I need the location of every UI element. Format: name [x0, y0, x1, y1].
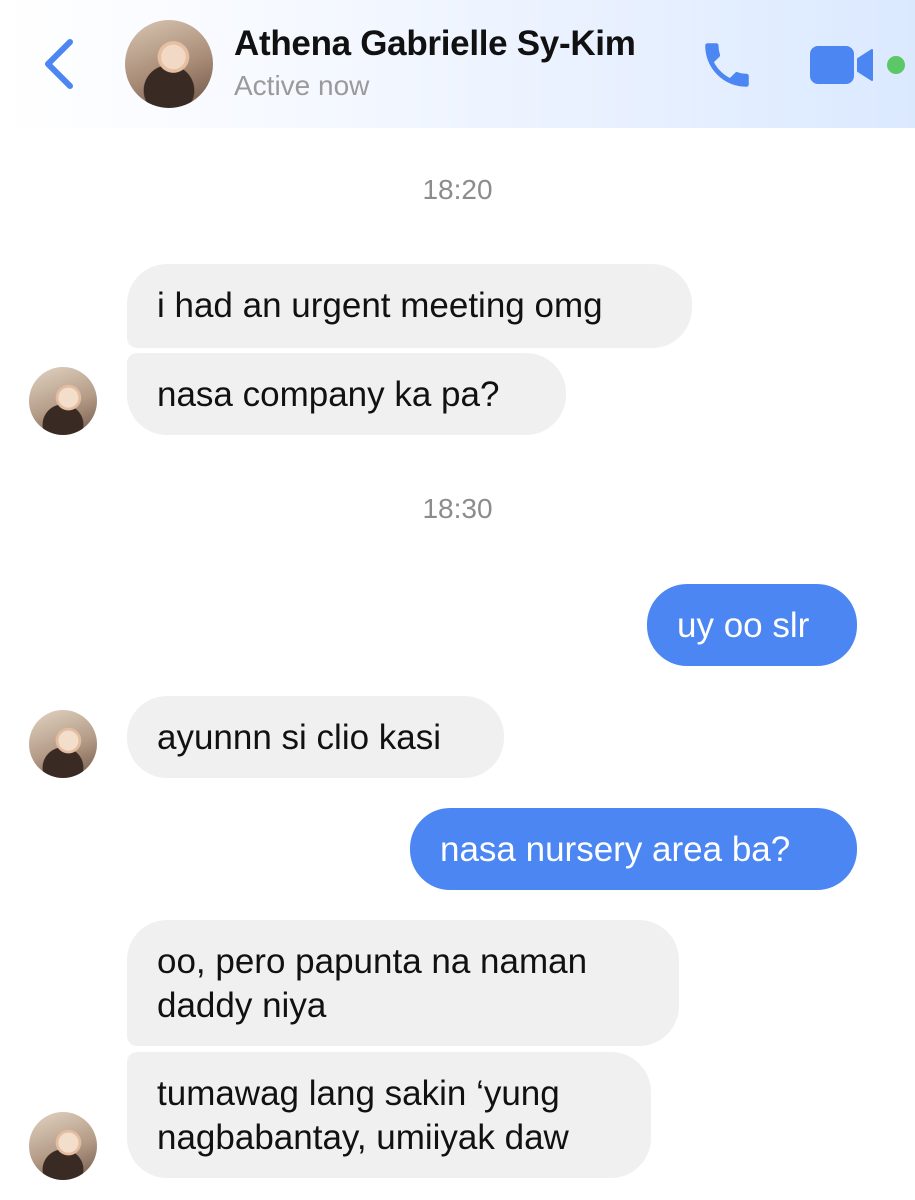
chevron-left-icon [45, 39, 73, 89]
conversation-header: Athena Gabrielle Sy-Kim Active now [0, 0, 915, 128]
sender-avatar[interactable] [29, 710, 97, 778]
contact-name[interactable]: Athena Gabrielle Sy-Kim [234, 24, 636, 64]
message-line: oo, pero papunta na naman [157, 942, 588, 981]
incoming-message[interactable]: ayunnn si clio kasi [127, 696, 504, 778]
contact-avatar[interactable] [125, 20, 213, 108]
incoming-message[interactable]: oo, pero papunta na naman daddy niya [127, 920, 679, 1046]
voice-call-button[interactable] [698, 36, 756, 94]
outgoing-message[interactable]: uy oo slr [647, 584, 857, 666]
video-call-button[interactable] [806, 42, 880, 88]
sender-avatar[interactable] [29, 1112, 97, 1180]
incoming-message[interactable]: nasa company ka pa? [127, 353, 566, 435]
active-status: Active now [234, 70, 370, 101]
incoming-message[interactable]: i had an urgent meeting omg [127, 264, 692, 348]
phone-icon [705, 43, 749, 87]
sender-avatar[interactable] [29, 367, 97, 435]
active-indicator-dot [887, 56, 905, 74]
message-line: tumawag lang sakin ‘yung [157, 1074, 560, 1113]
incoming-message[interactable]: tumawag lang sakin ‘yung nagbabantay, um… [127, 1052, 651, 1178]
timestamp: 18:20 [422, 174, 493, 205]
message-line: nagbabantay, umiiyak daw [157, 1118, 569, 1157]
outgoing-message[interactable]: nasa nursery area ba? [410, 808, 857, 890]
message-line: daddy niya [157, 986, 327, 1025]
timestamp: 18:30 [422, 493, 493, 524]
back-button[interactable] [38, 36, 82, 92]
video-camera-icon [810, 46, 873, 84]
